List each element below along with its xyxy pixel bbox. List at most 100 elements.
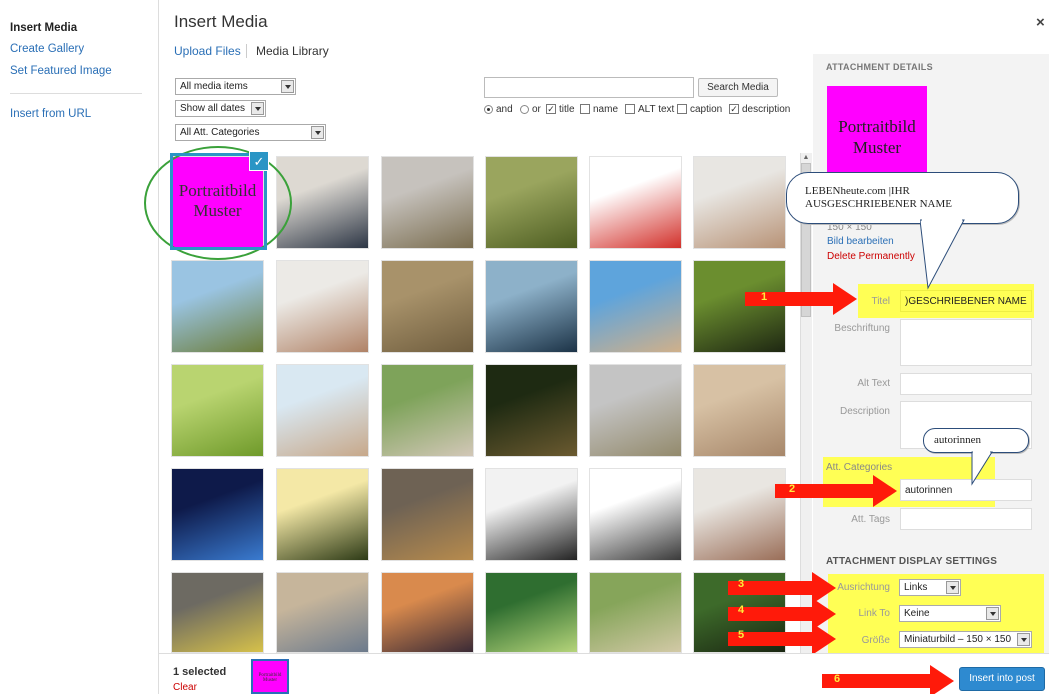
checkbox-title-label: title xyxy=(559,104,575,115)
checkbox-description[interactable]: ✓ xyxy=(729,104,739,114)
attachment-thumbnail[interactable] xyxy=(693,260,786,353)
alt-text-field[interactable] xyxy=(900,373,1032,395)
tags-field[interactable] xyxy=(900,508,1032,530)
tab-upload-files[interactable]: Upload Files xyxy=(174,44,241,58)
attachment-preview: Portraitbild Muster xyxy=(827,86,927,186)
caption-field[interactable] xyxy=(900,319,1032,366)
link-to-value: Keine xyxy=(904,608,930,619)
attachment-thumbnail[interactable] xyxy=(171,468,264,561)
radio-and[interactable] xyxy=(484,105,493,114)
chevron-down-icon xyxy=(946,581,959,594)
checkbox-alt-text-label: ALT text xyxy=(638,104,675,115)
attachment-thumbnail[interactable] xyxy=(171,260,264,353)
attachment-thumbnail[interactable] xyxy=(276,364,369,457)
link-to-label: Link To xyxy=(858,608,890,619)
category-filter[interactable]: All Att. Categories xyxy=(175,124,326,141)
search-input[interactable] xyxy=(484,77,694,98)
chevron-down-icon xyxy=(986,607,999,620)
attachment-thumbnail[interactable] xyxy=(485,572,578,653)
callout-bubble-title: LEBENheute.com |IHR AUSGESCHRIEBENER NAM… xyxy=(786,172,1019,224)
attachment-thumbnail[interactable] xyxy=(381,156,474,249)
attachment-thumbnail[interactable] xyxy=(485,260,578,353)
tags-label: Att. Tags xyxy=(851,514,890,525)
attachment-thumbnail[interactable] xyxy=(589,364,682,457)
display-settings-heading: ATTACHMENT DISPLAY SETTINGS xyxy=(826,556,998,567)
menu-item-create-gallery[interactable]: Create Gallery xyxy=(10,43,84,55)
close-icon[interactable]: × xyxy=(1036,14,1045,31)
attachment-thumbnail[interactable] xyxy=(485,156,578,249)
chevron-down-icon xyxy=(1017,633,1030,646)
tab-media-library[interactable]: Media Library xyxy=(256,44,329,58)
annotation-number-6: 6 xyxy=(834,673,841,685)
checkbox-title[interactable]: ✓ xyxy=(546,104,556,114)
checkbox-name[interactable] xyxy=(580,104,590,114)
alignment-label: Ausrichtung xyxy=(837,582,890,593)
attachment-thumbnail[interactable] xyxy=(276,468,369,561)
size-select[interactable]: Miniaturbild – 150 × 150 xyxy=(899,631,1032,648)
annotation-number-5: 5 xyxy=(738,629,745,641)
date-filter[interactable]: Show all dates xyxy=(175,100,266,117)
attachment-thumbnail[interactable] xyxy=(171,572,264,653)
callout-pointer-title xyxy=(920,219,965,290)
media-frame-menu: Insert Media Create Gallery Set Featured… xyxy=(0,0,158,694)
chevron-down-icon xyxy=(251,102,264,115)
checkbox-alt-text[interactable] xyxy=(625,104,635,114)
checkbox-name-label: name xyxy=(593,104,619,115)
chevron-down-icon xyxy=(281,80,294,93)
category-filter-value: All Att. Categories xyxy=(180,127,260,138)
attachment-thumbnail[interactable] xyxy=(381,468,474,561)
attachment-thumbnail[interactable] xyxy=(381,364,474,457)
description-label: Description xyxy=(839,406,890,417)
clear-selection-link[interactable]: Clear xyxy=(173,682,197,693)
categories-field[interactable]: autorinnen xyxy=(900,479,1032,501)
checkbox-caption[interactable] xyxy=(677,104,687,114)
attachment-thumbnail[interactable] xyxy=(589,156,682,249)
media-type-filter-value: All media items xyxy=(180,81,248,92)
attachment-thumbnail[interactable] xyxy=(589,468,682,561)
attachment-thumbnail[interactable] xyxy=(171,364,264,457)
checkbox-caption-label: caption xyxy=(690,104,723,115)
attachment-thumbnail[interactable] xyxy=(485,364,578,457)
link-to-select[interactable]: Keine xyxy=(899,605,1001,622)
categories-label: Att. Categories xyxy=(826,462,893,473)
attachment-thumbnail[interactable] xyxy=(693,156,786,249)
attachment-thumbnail[interactable] xyxy=(589,572,682,653)
menu-separator xyxy=(10,93,142,94)
annotation-number-3: 3 xyxy=(738,578,745,590)
tab-separator xyxy=(246,44,247,58)
size-label: Größe xyxy=(861,635,890,646)
media-type-filter[interactable]: All media items xyxy=(175,78,296,95)
menu-item-set-featured-image[interactable]: Set Featured Image xyxy=(10,65,112,77)
radio-or[interactable] xyxy=(520,105,529,114)
scroll-up-icon[interactable]: ▲ xyxy=(800,153,812,163)
menu-divider xyxy=(158,0,159,694)
alignment-select[interactable]: Links xyxy=(899,579,961,596)
attachment-thumbnail[interactable] xyxy=(693,364,786,457)
insert-into-post-button[interactable]: Insert into post xyxy=(959,667,1045,691)
delete-permanently-link[interactable]: Delete Permanently xyxy=(827,251,915,262)
annotation-number-1: 1 xyxy=(761,291,768,303)
chevron-down-icon xyxy=(311,126,324,139)
caption-label: Beschriftung xyxy=(834,323,890,334)
checkmark-icon[interactable]: ✓ xyxy=(249,151,269,171)
size-value: Miniaturbild – 150 × 150 xyxy=(904,634,1012,645)
title-field[interactable]: )GESCHRIEBENER NAME xyxy=(900,290,1032,312)
callout-pointer-category xyxy=(971,451,993,486)
menu-item-insert-media[interactable]: Insert Media xyxy=(10,22,77,34)
selection-thumbnail[interactable]: Portraitbild Muster xyxy=(251,659,289,694)
attachment-thumbnail[interactable] xyxy=(381,260,474,353)
radio-and-label: and xyxy=(496,104,513,115)
attachment-thumbnail[interactable] xyxy=(485,468,578,561)
attachment-thumbnail[interactable] xyxy=(589,260,682,353)
attachment-thumbnail[interactable] xyxy=(381,572,474,653)
attachment-thumbnail[interactable] xyxy=(693,468,786,561)
edit-image-link[interactable]: Bild bearbeiten xyxy=(827,236,894,247)
menu-item-insert-from-url[interactable]: Insert from URL xyxy=(10,108,91,120)
attachment-thumbnail[interactable] xyxy=(276,260,369,353)
attachment-thumbnail[interactable] xyxy=(276,572,369,653)
modal-title: Insert Media xyxy=(174,12,268,31)
annotation-arrow-1 xyxy=(745,283,857,315)
alignment-value: Links xyxy=(904,582,928,593)
annotation-number-2: 2 xyxy=(789,483,796,495)
search-media-button[interactable]: Search Media xyxy=(698,78,778,97)
